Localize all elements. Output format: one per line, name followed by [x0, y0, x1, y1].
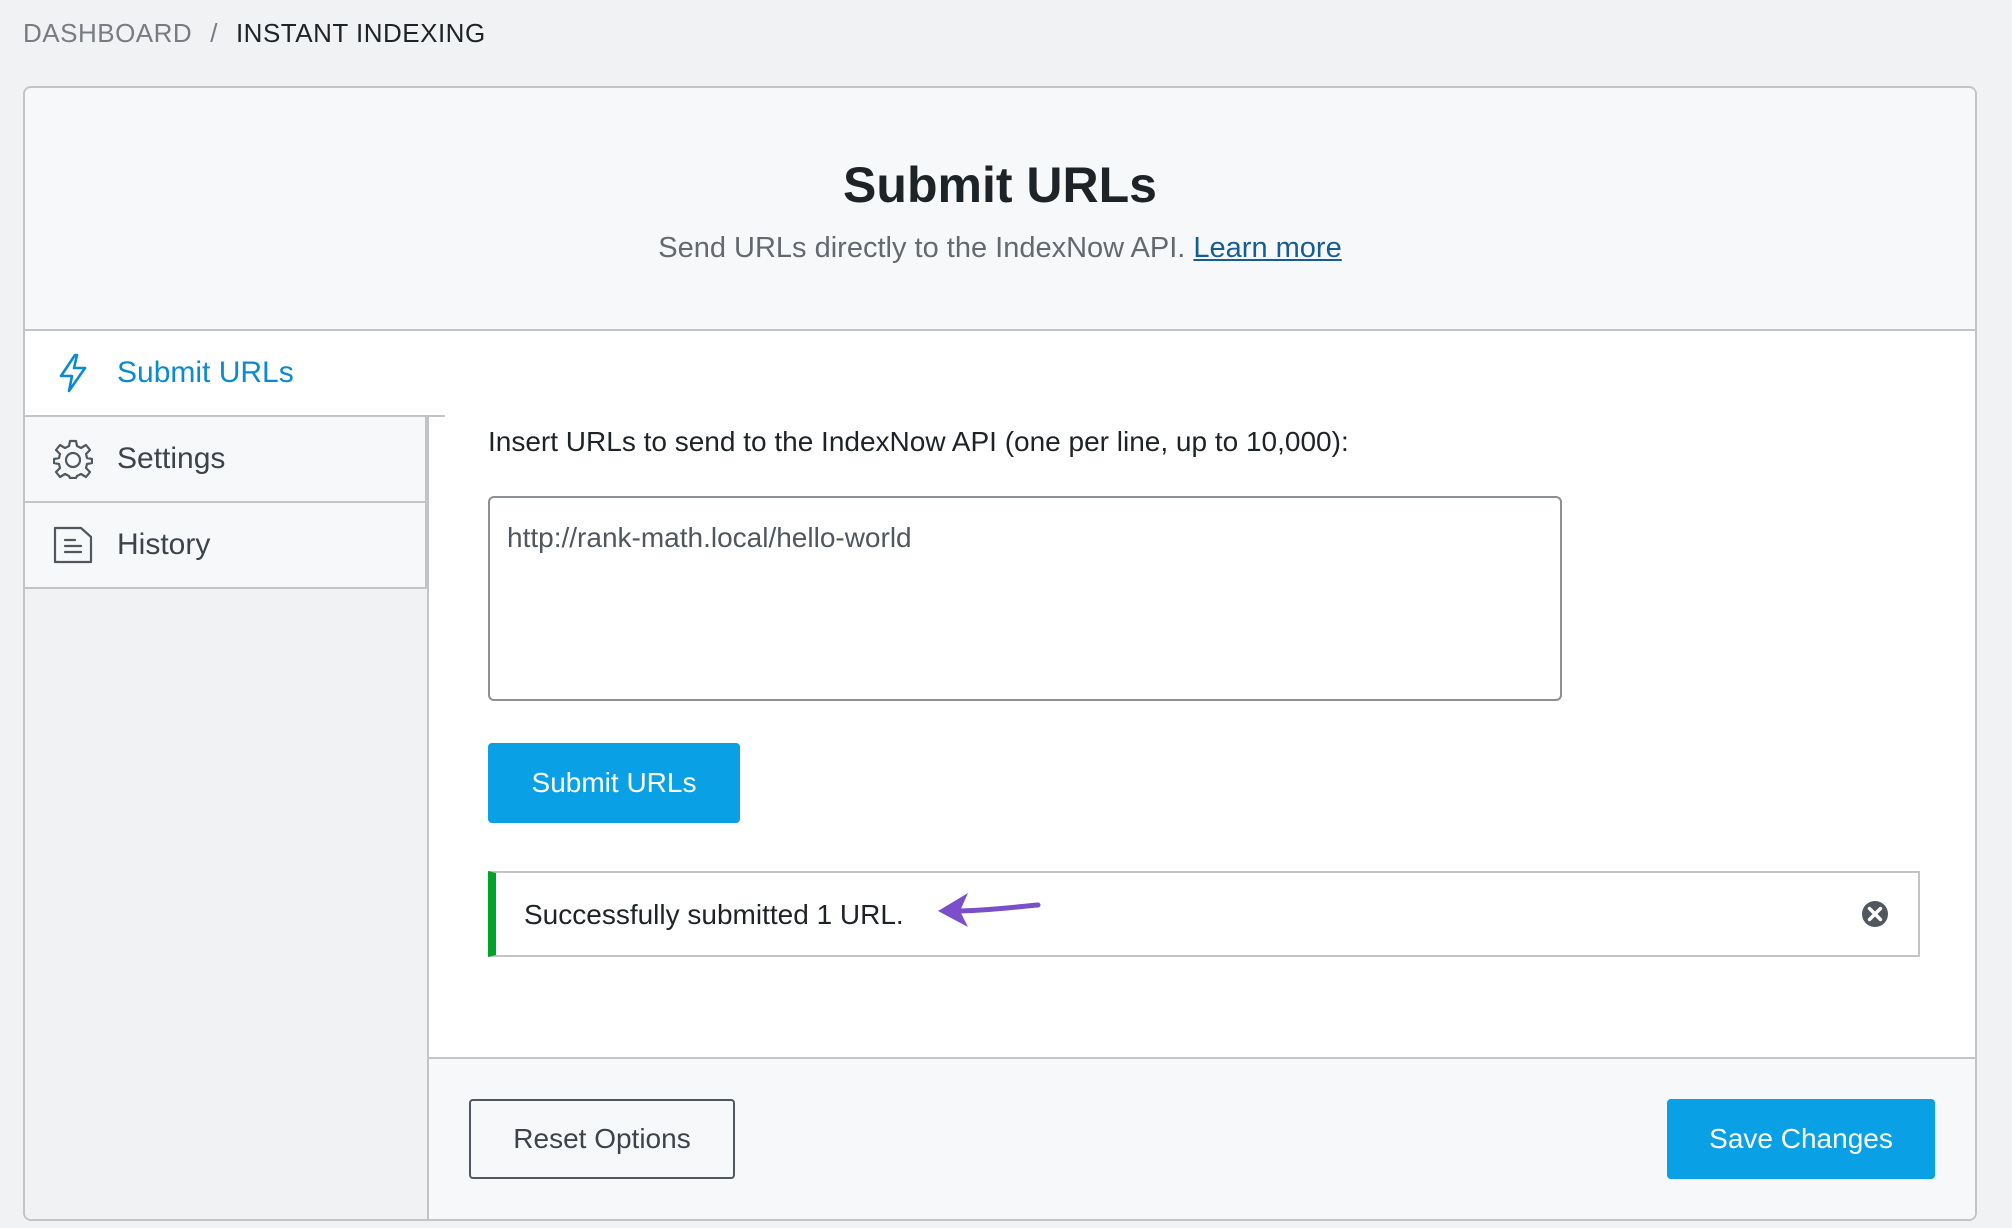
- document-icon: [53, 525, 93, 565]
- tab-submit-urls[interactable]: Submit URLs: [25, 331, 445, 417]
- breadcrumb-dashboard-link[interactable]: DASHBOARD: [23, 16, 192, 50]
- tab-label: History: [117, 528, 211, 561]
- content-area: Insert URLs to send to the IndexNow API …: [427, 331, 1975, 1219]
- tab-settings[interactable]: Settings: [25, 417, 427, 503]
- breadcrumb: DASHBOARD / INSTANT INDEXING: [23, 16, 486, 50]
- breadcrumb-separator: /: [210, 18, 218, 48]
- urls-field-label: Insert URLs to send to the IndexNow API …: [488, 426, 1349, 457]
- reset-options-button[interactable]: Reset Options: [469, 1099, 735, 1179]
- panel-header: Submit URLs Send URLs directly to the In…: [25, 88, 1975, 331]
- tab-label: Settings: [117, 442, 226, 475]
- notice-text: Successfully submitted 1 URL.: [524, 899, 904, 930]
- breadcrumb-current: INSTANT INDEXING: [235, 18, 486, 48]
- tab-label: Submit URLs: [117, 356, 294, 389]
- instant-indexing-panel: Submit URLs Send URLs directly to the In…: [23, 86, 1977, 1221]
- page-subtitle: Send URLs directly to the IndexNow API. …: [25, 232, 1975, 265]
- annotation-arrow-icon: [938, 893, 1041, 927]
- tab-history[interactable]: History: [25, 503, 427, 589]
- subtitle-text: Send URLs directly to the IndexNow API.: [658, 232, 1186, 264]
- urls-textarea[interactable]: [488, 496, 1562, 701]
- learn-more-link[interactable]: Learn more: [1193, 232, 1341, 264]
- page-title: Submit URLs: [843, 157, 1157, 213]
- submit-urls-button[interactable]: Submit URLs: [488, 743, 740, 823]
- success-notice: Successfully submitted 1 URL.: [488, 871, 1920, 957]
- save-changes-button[interactable]: Save Changes: [1667, 1099, 1935, 1179]
- footer-bar: Reset Options Save Changes: [429, 1057, 1975, 1219]
- tab-list: Submit URLs Settings History: [25, 331, 445, 589]
- close-notice-icon[interactable]: [1860, 899, 1890, 929]
- gear-icon: [53, 439, 93, 479]
- lightning-icon: [53, 353, 93, 393]
